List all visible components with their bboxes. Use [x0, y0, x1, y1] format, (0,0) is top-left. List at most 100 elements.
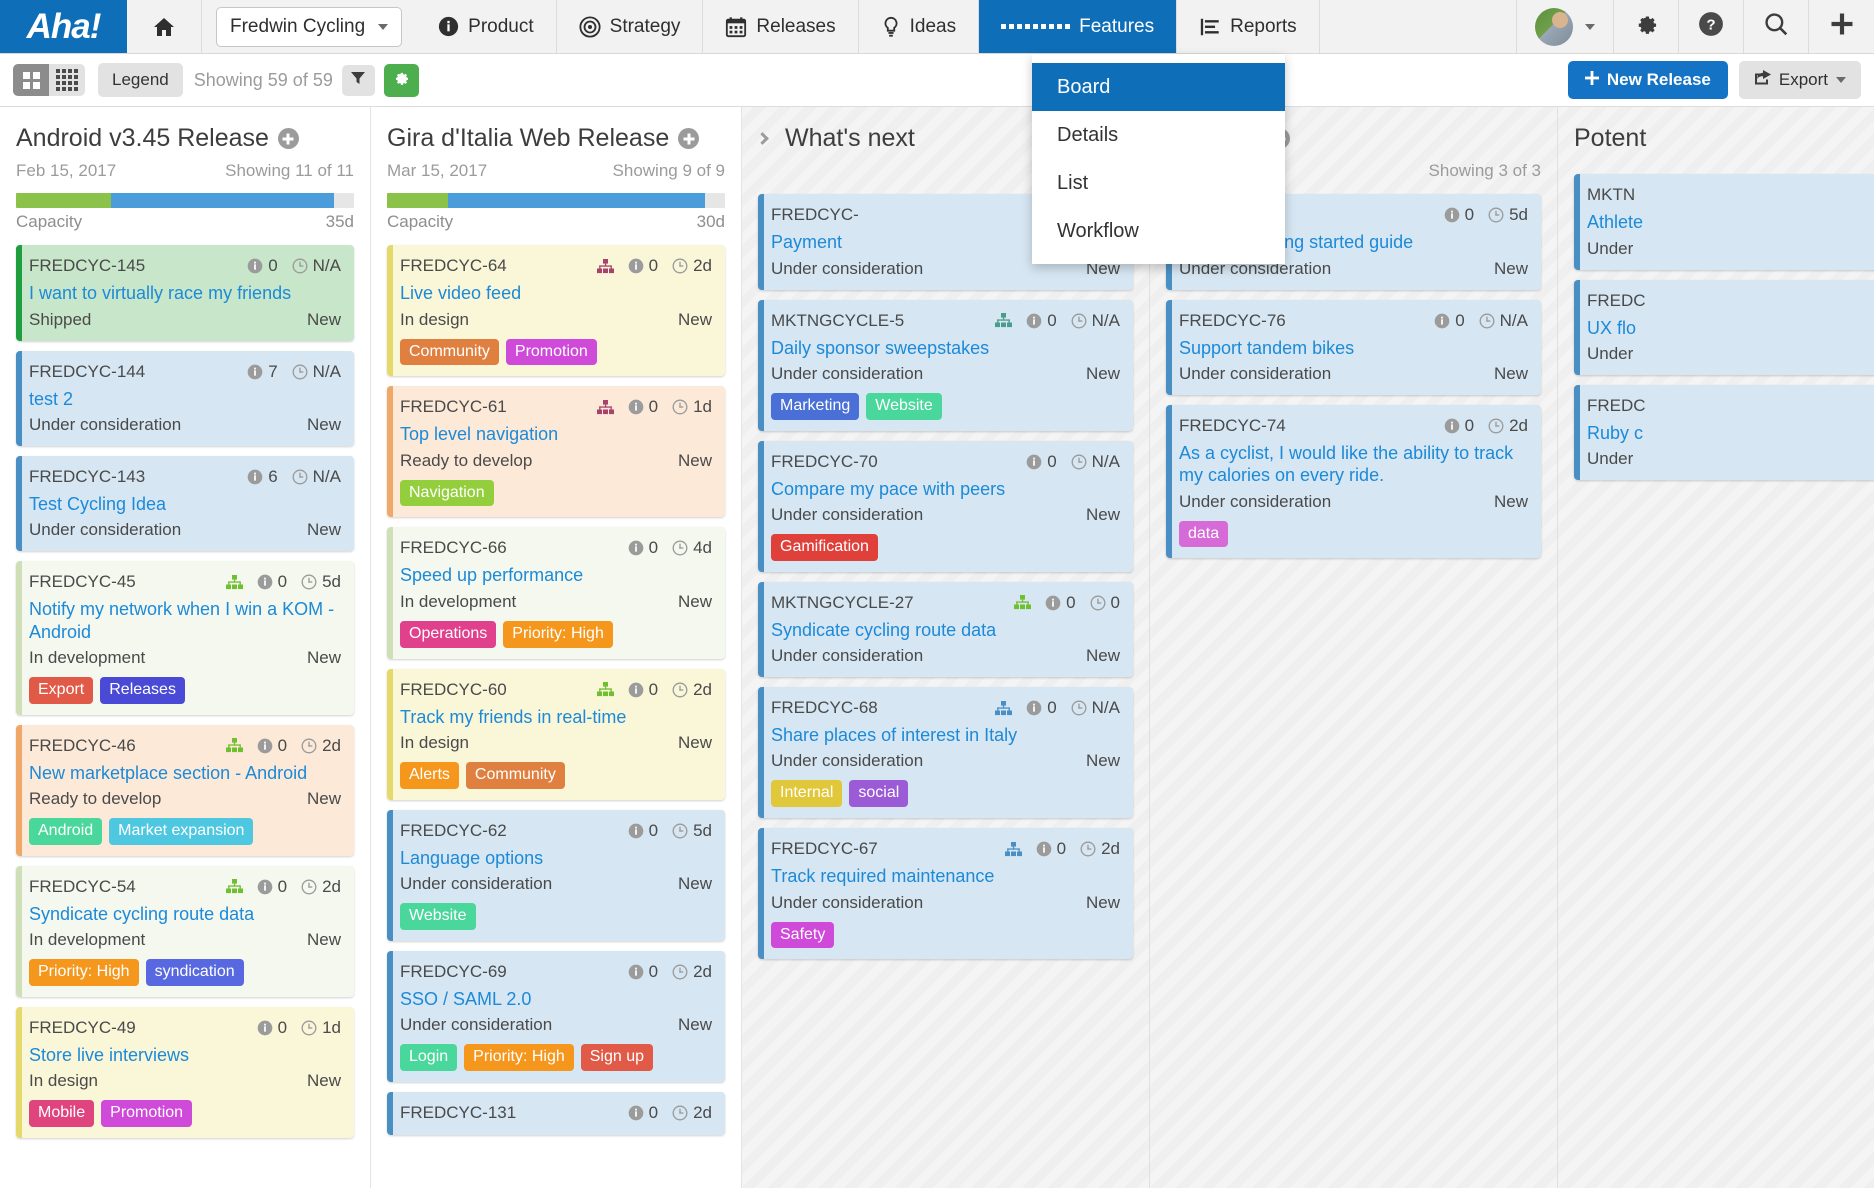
card-title-link[interactable]: Daily sponsor sweepstakes — [771, 337, 1120, 359]
feature-card[interactable]: FREDCYC-6101dTop level navigationReady t… — [387, 386, 725, 517]
feature-card[interactable]: MKTNGCYCLE-2700Syndicate cycling route d… — [758, 582, 1133, 677]
card-tag[interactable]: Sign up — [581, 1044, 653, 1071]
chevron-right-icon[interactable] — [756, 132, 769, 145]
feature-card[interactable]: FREDCYC-5402dSyndicate cycling route dat… — [16, 866, 354, 997]
card-tag[interactable]: Website — [866, 393, 942, 420]
card-tag[interactable]: Export — [29, 677, 93, 704]
dropdown-item-workflow[interactable]: Workflow — [1032, 207, 1285, 255]
feature-card[interactable]: FREDCYC-1450N/AI want to virtually race … — [16, 245, 354, 340]
feature-card[interactable]: FREDCYC-6402dLive video feedIn designNew… — [387, 245, 725, 376]
card-title-link[interactable]: Syndicate cycling route data — [29, 903, 341, 925]
card-tag[interactable]: Internal — [771, 780, 842, 807]
card-title-link[interactable]: New marketplace section - Android — [29, 762, 341, 784]
aha-logo[interactable]: Aha! — [0, 0, 127, 53]
feature-card[interactable]: MKTNAthleteUnder — [1574, 174, 1874, 269]
feature-card[interactable]: FREDCYC-6002dTrack my friends in real-ti… — [387, 669, 725, 800]
dropdown-item-list[interactable]: List — [1032, 159, 1285, 207]
filter-button[interactable] — [342, 65, 375, 96]
card-tag[interactable]: social — [849, 780, 908, 807]
nav-strategy[interactable]: Strategy — [557, 0, 704, 53]
dropdown-item-board[interactable]: Board — [1032, 63, 1285, 111]
card-tag[interactable]: Login — [400, 1044, 457, 1071]
add-button[interactable] — [1809, 0, 1874, 53]
feature-card[interactable]: FREDCYC-700N/ACompare my pace with peers… — [758, 441, 1133, 572]
card-title-link[interactable]: Support tandem bikes — [1179, 337, 1528, 359]
card-tag[interactable]: Priority: High — [29, 959, 139, 986]
feature-card[interactable]: MKTNGCYCLE-50N/ADaily sponsor sweepstake… — [758, 300, 1133, 431]
nav-reports[interactable]: Reports — [1177, 0, 1320, 53]
dropdown-item-details[interactable]: Details — [1032, 111, 1285, 159]
card-tag[interactable]: Gamification — [771, 534, 878, 561]
feature-card[interactable]: FREDCUX floUnder — [1574, 280, 1874, 375]
feature-card[interactable]: FREDCRuby cUnder — [1574, 385, 1874, 480]
card-tag[interactable]: Releases — [100, 677, 185, 704]
card-title-link[interactable]: Share places of interest in Italy — [771, 724, 1120, 746]
card-title-link[interactable]: test 2 — [29, 388, 341, 410]
board-settings-button[interactable] — [384, 64, 419, 97]
feature-card[interactable]: FREDCYC-1436N/ATest Cycling IdeaUnder co… — [16, 456, 354, 551]
feature-card[interactable]: FREDCYC-6902dSSO / SAML 2.0Under conside… — [387, 951, 725, 1082]
card-title-link[interactable]: As a cyclist, I would like the ability t… — [1179, 442, 1528, 487]
card-tag[interactable]: Community — [400, 339, 499, 366]
export-button[interactable]: Export — [1739, 61, 1861, 99]
card-title-link[interactable]: Ruby c — [1587, 422, 1874, 444]
settings-button[interactable] — [1614, 0, 1679, 53]
feature-card[interactable]: FREDCYC-7402dAs a cyclist, I would like … — [1166, 405, 1541, 558]
feature-card[interactable]: FREDCYC-760N/ASupport tandem bikesUnder … — [1166, 300, 1541, 395]
feature-card[interactable]: FREDCYC-6702dTrack required maintenanceU… — [758, 828, 1133, 959]
legend-button[interactable]: Legend — [98, 63, 183, 97]
card-tag[interactable]: Alerts — [400, 762, 459, 789]
card-tag[interactable]: Mobile — [29, 1100, 94, 1127]
card-tag[interactable]: Website — [400, 903, 476, 930]
card-tag[interactable]: Priority: High — [464, 1044, 574, 1071]
card-tag[interactable]: Promotion — [101, 1100, 192, 1127]
card-title-link[interactable]: Top level navigation — [400, 423, 712, 445]
feature-card[interactable]: FREDCYC-13102d — [387, 1092, 725, 1135]
card-title-link[interactable]: I want to virtually race my friends — [29, 282, 341, 304]
card-tag[interactable]: Priority: High — [503, 621, 613, 648]
card-tag[interactable]: Navigation — [400, 480, 494, 507]
nav-releases[interactable]: Releases — [703, 0, 858, 53]
card-tag[interactable]: syndication — [146, 959, 244, 986]
feature-card[interactable]: FREDCYC-6205dLanguage optionsUnder consi… — [387, 810, 725, 941]
feature-card[interactable]: FREDCYC-4602dNew marketplace section - A… — [16, 725, 354, 856]
view-toggle-compact[interactable] — [49, 64, 85, 96]
card-title-link[interactable]: Language options — [400, 847, 712, 869]
user-menu[interactable] — [1517, 0, 1614, 53]
card-tag[interactable]: Market expansion — [109, 818, 253, 845]
view-toggle-cards[interactable] — [13, 64, 49, 96]
add-feature-button[interactable] — [278, 128, 299, 149]
card-tag[interactable]: Marketing — [771, 393, 859, 420]
card-tag[interactable]: Operations — [400, 621, 496, 648]
feature-card[interactable]: FREDCYC-1447N/Atest 2Under consideration… — [16, 351, 354, 446]
card-title-link[interactable]: Speed up performance — [400, 564, 712, 586]
feature-card[interactable]: FREDCYC-4901dStore live interviewsIn des… — [16, 1007, 354, 1138]
feature-card[interactable]: FREDCYC-4505dNotify my network when I wi… — [16, 561, 354, 714]
feature-card[interactable]: FREDCYC-6604dSpeed up performanceIn deve… — [387, 527, 725, 658]
new-release-button[interactable]: New Release — [1568, 61, 1728, 99]
card-title-link[interactable]: Track my friends in real-time — [400, 706, 712, 728]
card-title-link[interactable]: Test Cycling Idea — [29, 493, 341, 515]
card-title-link[interactable]: SSO / SAML 2.0 — [400, 988, 712, 1010]
nav-ideas[interactable]: Ideas — [859, 0, 979, 53]
card-title-link[interactable]: Notify my network when I win a KOM - And… — [29, 598, 341, 643]
search-button[interactable] — [1744, 0, 1809, 53]
card-title-link[interactable]: Store live interviews — [29, 1044, 341, 1066]
card-tag[interactable]: Promotion — [506, 339, 597, 366]
feature-card[interactable]: FREDCYC-680N/AShare places of interest i… — [758, 687, 1133, 818]
card-title-link[interactable]: Track required maintenance — [771, 865, 1120, 887]
add-feature-button[interactable] — [678, 128, 699, 149]
card-tag[interactable]: Android — [29, 818, 102, 845]
card-title-link[interactable]: Compare my pace with peers — [771, 478, 1120, 500]
card-tag[interactable]: Safety — [771, 922, 834, 949]
nav-features[interactable]: Features — [979, 0, 1177, 53]
card-title-link[interactable]: Live video feed — [400, 282, 712, 304]
nav-product[interactable]: Product — [416, 0, 556, 53]
card-title-link[interactable]: Athlete — [1587, 211, 1874, 233]
card-title-link[interactable]: UX flo — [1587, 317, 1874, 339]
help-button[interactable]: ? — [1679, 0, 1744, 53]
card-title-link[interactable]: Syndicate cycling route data — [771, 619, 1120, 641]
card-tag[interactable]: Community — [466, 762, 565, 789]
product-selector[interactable]: Fredwin Cycling — [216, 7, 402, 47]
card-tag[interactable]: data — [1179, 521, 1228, 548]
